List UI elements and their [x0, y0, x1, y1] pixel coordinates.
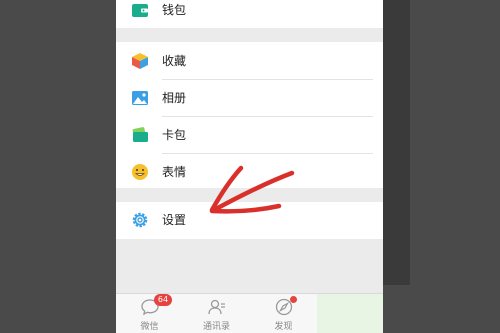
tab-me[interactable] — [317, 294, 383, 333]
menu-group-settings: 设置 — [116, 202, 383, 239]
menu-group-main: 收藏 相册 卡包 表情 — [116, 42, 383, 188]
tab-chats[interactable]: 64 微信 — [116, 294, 183, 333]
phone-screen: 钱包 收藏 相册 卡包 表情 设置 64 微信 通讯录 发现 — [116, 0, 383, 333]
card-pack-icon — [132, 127, 148, 142]
tab-discover[interactable]: 发现 — [250, 294, 317, 333]
menu-label-settings: 设置 — [162, 213, 187, 227]
gear-icon — [132, 212, 148, 228]
menu-label-stickers: 表情 — [162, 165, 187, 179]
album-icon — [132, 91, 148, 105]
new-dot-badge — [290, 296, 297, 303]
tab-contacts[interactable]: 通讯录 — [183, 294, 250, 333]
unread-badge: 64 — [154, 294, 172, 306]
tab-label-contacts: 通讯录 — [202, 322, 230, 332]
menu-item-favorites[interactable]: 收藏 — [116, 43, 383, 79]
bottom-tab-bar: 64 微信 通讯录 发现 — [116, 293, 383, 333]
tab-label-discover: 发现 — [274, 322, 293, 332]
favorites-cube-icon — [132, 53, 148, 69]
background-panel — [383, 0, 410, 285]
menu-label-favorites: 收藏 — [162, 54, 187, 68]
menu-group-wallet: 钱包 — [116, 0, 383, 28]
smiley-icon — [132, 164, 148, 180]
menu-item-album[interactable]: 相册 — [116, 80, 383, 116]
menu-item-settings[interactable]: 设置 — [116, 202, 383, 238]
wallet-icon — [132, 4, 148, 17]
menu-label-album: 相册 — [162, 91, 187, 105]
tab-label-chats: 微信 — [140, 322, 159, 332]
contacts-icon — [207, 299, 225, 315]
menu-label-cards: 卡包 — [162, 128, 187, 142]
menu-item-stickers[interactable]: 表情 — [116, 154, 383, 190]
menu-item-wallet[interactable]: 钱包 — [116, 0, 383, 28]
menu-label-wallet: 钱包 — [162, 3, 187, 17]
menu-item-cards[interactable]: 卡包 — [116, 117, 383, 153]
